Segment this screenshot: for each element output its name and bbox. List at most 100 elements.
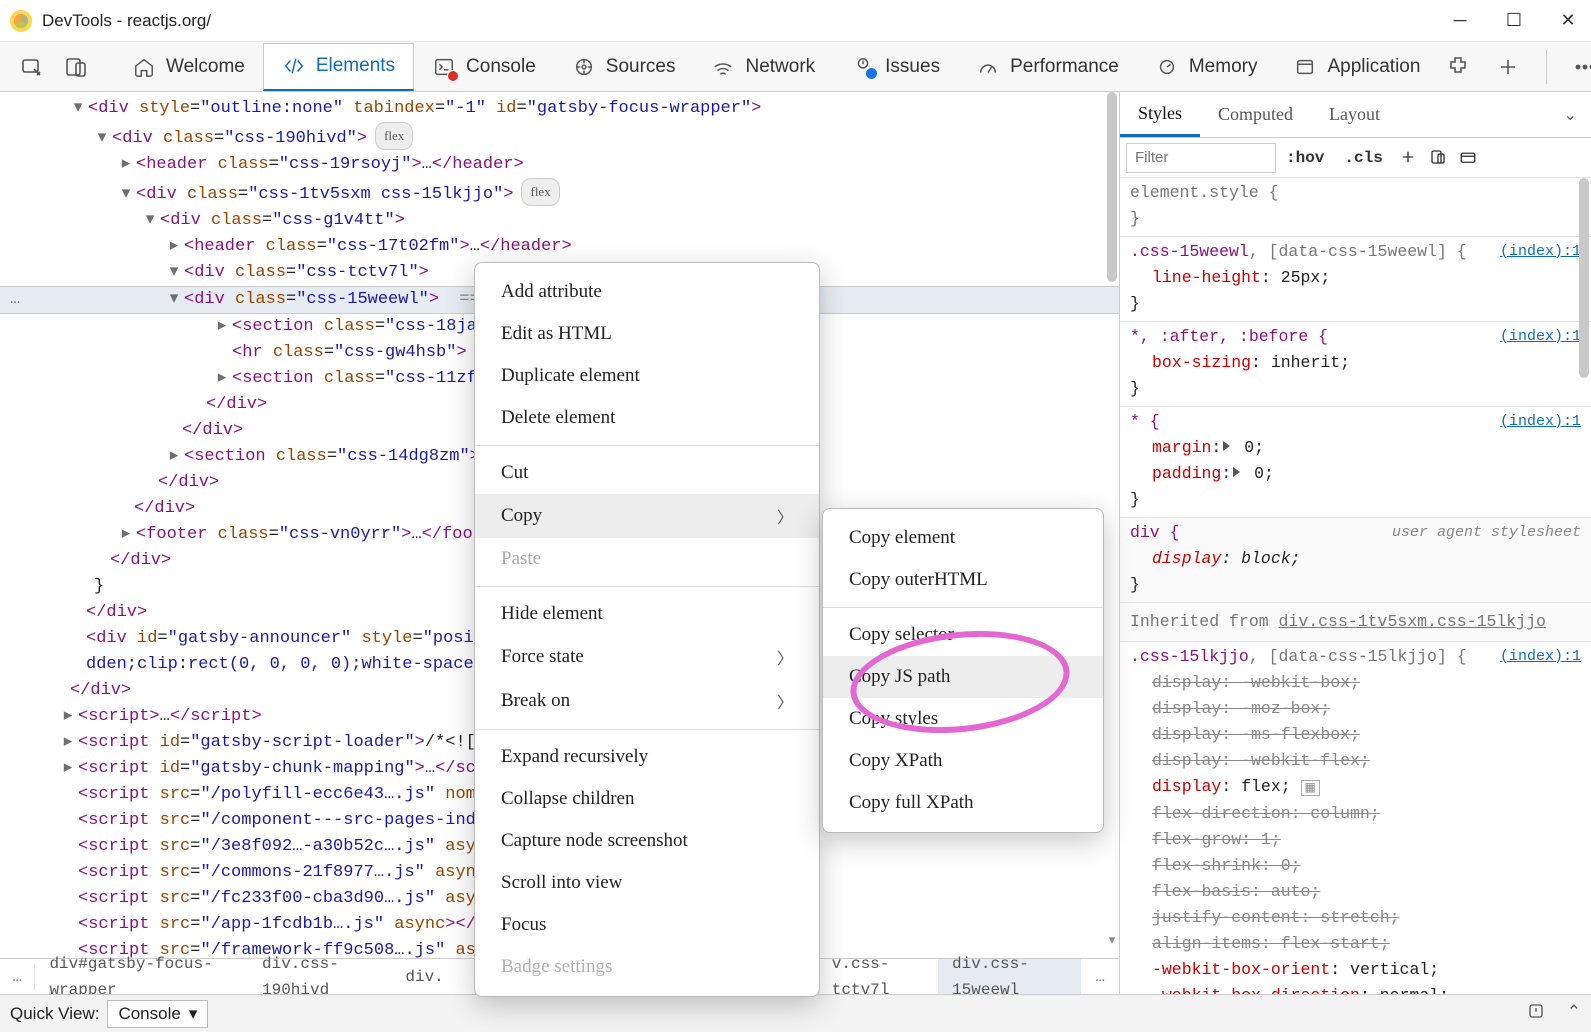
ctx-scroll-into-view[interactable]: Scroll into view [475, 862, 819, 904]
flex-badge[interactable]: flex [521, 178, 559, 206]
breadcrumb-item[interactable]: div#gatsby-focus-wrapper [35, 959, 248, 994]
ctx-delete-element[interactable]: Delete element [475, 397, 819, 439]
home-icon [132, 55, 156, 79]
ctx-edit-as-html[interactable]: Edit as HTML [475, 313, 819, 355]
ctx-hide-element[interactable]: Hide element [475, 593, 819, 635]
source-link[interactable]: (index):1 [1500, 239, 1581, 265]
ctx-copy[interactable]: Copy〉 [475, 494, 819, 538]
sub-copy-outerhtml[interactable]: Copy outerHTML [823, 559, 1103, 601]
tab-console[interactable]: Console [414, 43, 554, 91]
sub-copy-xpath[interactable]: Copy XPath [823, 740, 1103, 782]
close-button[interactable]: ✕ [1559, 10, 1577, 31]
expand-icon[interactable] [1233, 467, 1240, 477]
sources-icon [572, 55, 596, 79]
tab-styles[interactable]: Styles [1120, 92, 1200, 137]
tab-network[interactable]: Network [693, 43, 833, 91]
ctx-force-state[interactable]: Force state〉 [475, 635, 819, 679]
ctx-expand-recursively[interactable]: Expand recursively [475, 736, 819, 778]
scroll-down-icon[interactable]: ▾ [1105, 928, 1119, 954]
expand-quickview-icon[interactable]: ⌃ [1567, 1002, 1581, 1025]
chevron-down-icon: ▾ [189, 1004, 198, 1024]
right-tabs: Styles Computed Layout ⌄ [1120, 92, 1591, 138]
device-emulation-icon[interactable] [54, 43, 98, 91]
breadcrumb-item[interactable]: v.css-tctv7l [818, 959, 938, 994]
extensions-icon[interactable] [1438, 43, 1478, 91]
device-styles-icon[interactable] [1423, 148, 1453, 166]
context-submenu-copy[interactable]: Copy element Copy outerHTML Copy selecto… [822, 508, 1104, 833]
css-rule[interactable]: (index):1 .css-15lkjjo, [data-css-15lkjj… [1120, 642, 1591, 994]
source-link[interactable]: (index):1 [1500, 324, 1581, 350]
tab-application[interactable]: Application [1275, 43, 1438, 91]
ua-label: user agent stylesheet [1392, 520, 1581, 546]
tab-performance[interactable]: Performance [958, 43, 1137, 91]
sub-copy-styles[interactable]: Copy styles [823, 698, 1103, 740]
flex-editor-icon[interactable]: ▦ [1301, 780, 1320, 796]
application-icon [1293, 55, 1317, 79]
tab-computed[interactable]: Computed [1200, 92, 1311, 137]
css-rule[interactable]: (index):1 .css-15weewl, [data-css-15weew… [1120, 237, 1591, 322]
chevron-down-icon[interactable]: ⌄ [1550, 105, 1591, 125]
ctx-collapse-children[interactable]: Collapse children [475, 778, 819, 820]
tab-issues[interactable]: Issues [833, 43, 958, 91]
toggle-common-rendering-icon[interactable] [1453, 148, 1483, 166]
sub-copy-selector[interactable]: Copy selector [823, 614, 1103, 656]
tab-elements[interactable]: Elements [263, 43, 414, 91]
tab-welcome[interactable]: Welcome [114, 43, 263, 91]
dom-node[interactable]: ▾<div class="css-g1v4tt"> [0, 208, 1119, 234]
context-menu[interactable]: Add attribute Edit as HTML Duplicate ele… [474, 262, 820, 997]
ctx-break-on[interactable]: Break on〉 [475, 679, 819, 723]
breadcrumb-item[interactable]: div.css-190hivd [248, 959, 391, 994]
tab-memory[interactable]: Memory [1137, 43, 1276, 91]
tab-layout[interactable]: Layout [1311, 92, 1398, 137]
inspect-element-icon[interactable] [10, 43, 54, 91]
ctx-cut[interactable]: Cut [475, 452, 819, 494]
dom-node[interactable]: ▸<header class="css-17t02fm">…</header> [0, 234, 1119, 260]
sub-copy-full-xpath[interactable]: Copy full XPath [823, 782, 1103, 824]
divider [1546, 50, 1547, 84]
styles-scrollbar[interactable] [1577, 178, 1591, 994]
ctx-capture-screenshot[interactable]: Capture node screenshot [475, 820, 819, 862]
issues-shortcut-icon[interactable] [1527, 1002, 1545, 1025]
tab-elements-label: Elements [316, 55, 395, 77]
sub-copy-js-path[interactable]: Copy JS path [823, 656, 1103, 698]
inherited-link[interactable]: div.css-1tv5sxm.css-15lkjjo [1279, 612, 1546, 631]
styles-filter-input[interactable] [1126, 143, 1276, 173]
css-rule[interactable]: element.style { } [1120, 178, 1591, 237]
cls-toggle[interactable]: .cls [1334, 149, 1392, 167]
tab-sources[interactable]: Sources [554, 43, 694, 91]
dom-scrollbar[interactable]: ▾ [1105, 92, 1119, 958]
source-link[interactable]: (index):1 [1500, 409, 1581, 435]
css-rule[interactable]: (index):1 * { margin: 0; padding: 0; } [1120, 407, 1591, 518]
hov-toggle[interactable]: :hov [1276, 149, 1334, 167]
new-style-rule-icon[interactable] [1393, 148, 1423, 166]
add-tab-icon[interactable] [1488, 43, 1528, 91]
more-icon[interactable] [1565, 43, 1591, 91]
maximize-button[interactable]: ☐ [1505, 10, 1523, 31]
breadcrumb-item-selected[interactable]: div.css-15weewl [938, 959, 1081, 994]
minimize-button[interactable]: ─ [1451, 10, 1469, 31]
ctx-focus[interactable]: Focus [475, 904, 819, 946]
styles-filter-bar: :hov .cls [1120, 138, 1591, 178]
css-rule-ua[interactable]: user agent stylesheet div { display: blo… [1120, 518, 1591, 603]
expand-icon[interactable] [1223, 441, 1230, 451]
quick-view-bar: Quick View: Console ▾ ⌃ [0, 994, 1591, 1032]
breadcrumb-overflow-left[interactable]: … [0, 964, 35, 990]
dom-node[interactable]: ▾<div class="css-1tv5sxm css-15lkjjo">fl… [0, 178, 1119, 208]
ctx-duplicate-element[interactable]: Duplicate element [475, 355, 819, 397]
quick-view-selector[interactable]: Console ▾ [107, 1000, 208, 1028]
source-link[interactable]: (index):1 [1500, 644, 1581, 670]
css-rule[interactable]: (index):1 *, :after, :before { box-sizin… [1120, 322, 1591, 407]
styles-rules[interactable]: element.style { } (index):1 .css-15weewl… [1120, 178, 1591, 994]
scrollbar-thumb[interactable] [1107, 92, 1117, 282]
flex-badge[interactable]: flex [375, 122, 413, 150]
scrollbar-thumb[interactable] [1579, 178, 1589, 378]
sub-copy-element[interactable]: Copy element [823, 517, 1103, 559]
dom-node[interactable]: ▾<div class="css-190hivd">flex [0, 122, 1119, 152]
dom-node[interactable]: ▾<div style="outline:none" tabindex="-1"… [0, 96, 1119, 122]
ctx-badge-settings[interactable]: Badge settings [475, 946, 819, 988]
breadcrumb-item[interactable]: div. [391, 959, 457, 994]
tab-sources-label: Sources [606, 56, 676, 78]
ctx-add-attribute[interactable]: Add attribute [475, 271, 819, 313]
breadcrumb-overflow-right[interactable]: … [1081, 964, 1119, 990]
dom-node[interactable]: ▸<header class="css-19rsoyj">…</header> [0, 152, 1119, 178]
